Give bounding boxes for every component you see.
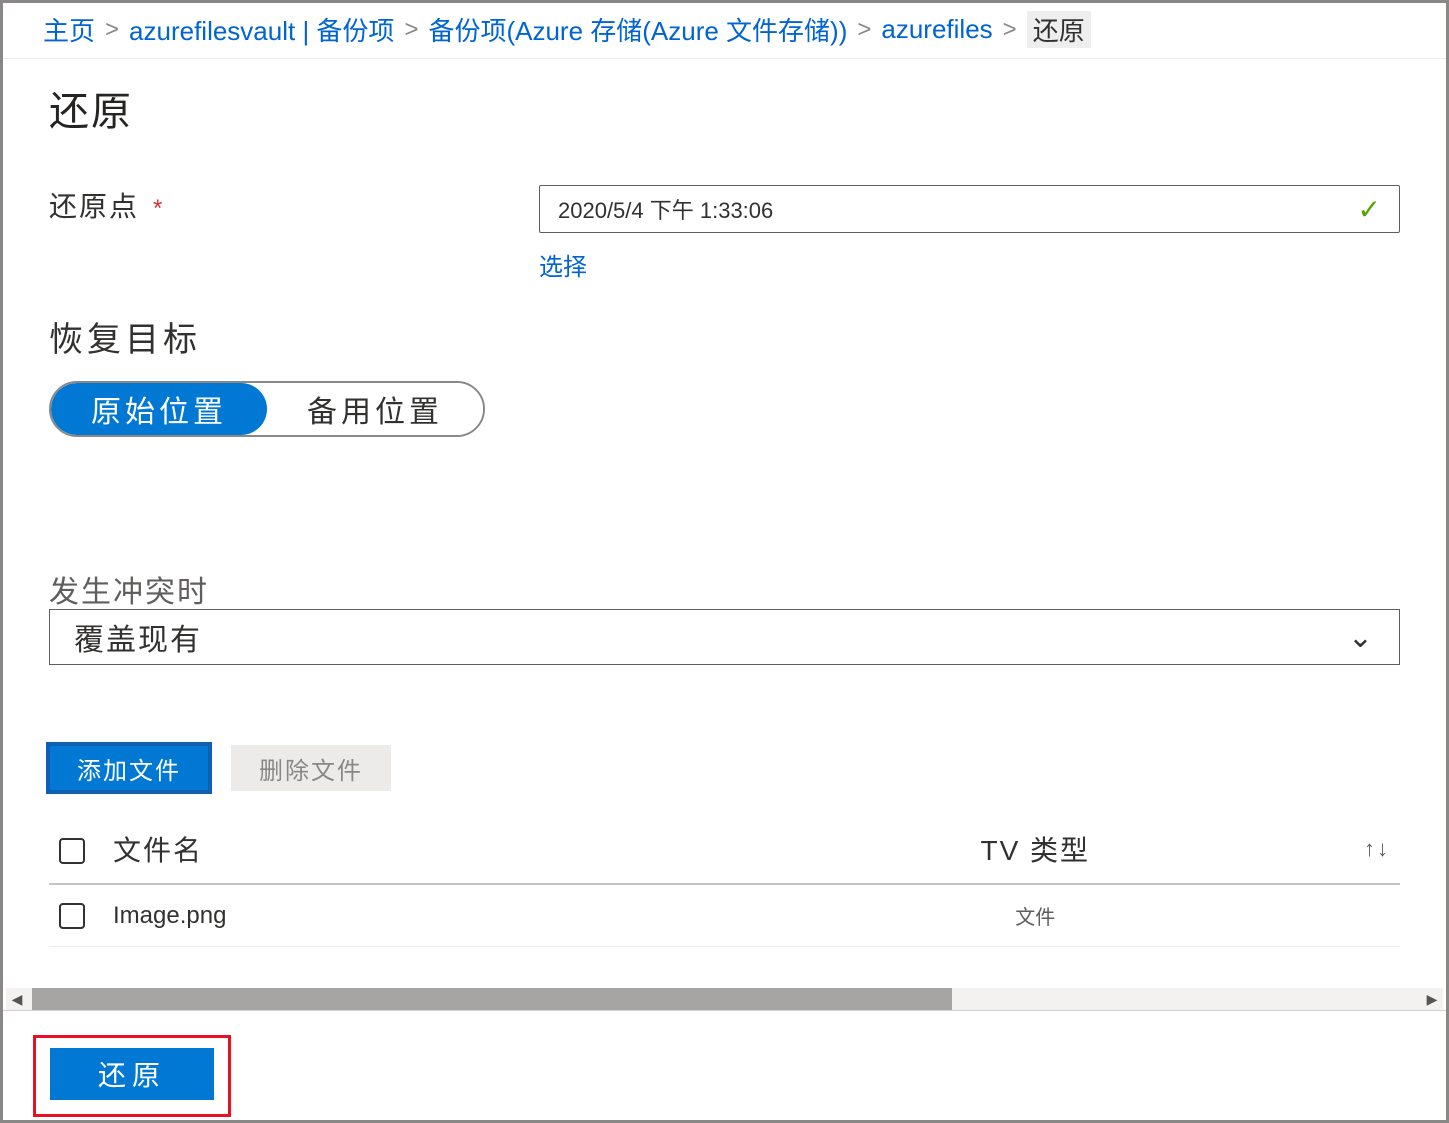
sort-icon[interactable]: ↑↓ xyxy=(1364,836,1390,862)
breadcrumb-resource[interactable]: azurefiles xyxy=(881,14,992,45)
recovery-target-title: 恢复目标 xyxy=(49,312,1400,361)
scroll-left-icon[interactable]: ◀ xyxy=(6,988,28,1010)
restore-point-value: 2020/5/4 下午 1:33:06 xyxy=(558,193,773,225)
horizontal-scrollbar[interactable]: ◀ ▶ xyxy=(6,988,1443,1010)
breadcrumb: 主页 > azurefilesvault | 备份项 > 备份项(Azure 存… xyxy=(3,3,1446,59)
chevron-right-icon: > xyxy=(1003,16,1017,44)
scroll-right-icon[interactable]: ▶ xyxy=(1421,988,1443,1010)
conflict-label: 发生冲突时 xyxy=(49,567,1400,611)
select-all-checkbox[interactable] xyxy=(59,838,85,864)
breadcrumb-current: 还原 xyxy=(1027,11,1091,48)
restore-highlight-box: 还原 xyxy=(33,1035,231,1117)
row-checkbox[interactable] xyxy=(59,903,85,929)
files-table: 文件名 TV 类型 ↑↓ Image.png 文件 xyxy=(49,815,1400,947)
restore-point-label: 还原点* xyxy=(49,185,539,225)
original-location-option[interactable]: 原始位置 xyxy=(51,383,267,435)
delete-file-button: 删除文件 xyxy=(231,745,391,791)
chevron-right-icon: > xyxy=(105,16,119,44)
select-restore-point-link[interactable]: 选择 xyxy=(539,247,587,282)
chevron-right-icon: > xyxy=(857,16,871,44)
column-type[interactable]: TV 类型 xyxy=(731,815,1340,884)
alternate-location-option[interactable]: 备用位置 xyxy=(267,383,483,435)
page-title: 还原 xyxy=(49,79,1400,137)
breadcrumb-vault[interactable]: azurefilesvault | 备份项 xyxy=(129,11,394,48)
column-filename[interactable]: 文件名 xyxy=(103,815,731,884)
chevron-down-icon: ⌄ xyxy=(1348,620,1375,655)
cell-filename: Image.png xyxy=(103,884,731,947)
chevron-right-icon: > xyxy=(404,16,418,44)
checkmark-icon: ✓ xyxy=(1358,193,1381,226)
add-file-button[interactable]: 添加文件 xyxy=(49,745,209,791)
breadcrumb-home[interactable]: 主页 xyxy=(43,11,95,48)
conflict-select[interactable]: 覆盖现有 ⌄ xyxy=(49,609,1400,665)
restore-button[interactable]: 还原 xyxy=(50,1048,214,1100)
breadcrumb-backup-items[interactable]: 备份项(Azure 存储(Azure 文件存储)) xyxy=(428,11,847,48)
location-toggle: 原始位置 备用位置 xyxy=(49,381,485,437)
scrollbar-thumb[interactable] xyxy=(32,988,952,1010)
cell-type: 文件 xyxy=(731,884,1340,947)
conflict-value: 覆盖现有 xyxy=(74,615,202,659)
table-row[interactable]: Image.png 文件 xyxy=(49,884,1400,947)
restore-point-input[interactable]: 2020/5/4 下午 1:33:06 ✓ xyxy=(539,185,1400,233)
required-asterisk: * xyxy=(153,195,164,222)
footer: 还原 xyxy=(3,1010,1446,1120)
